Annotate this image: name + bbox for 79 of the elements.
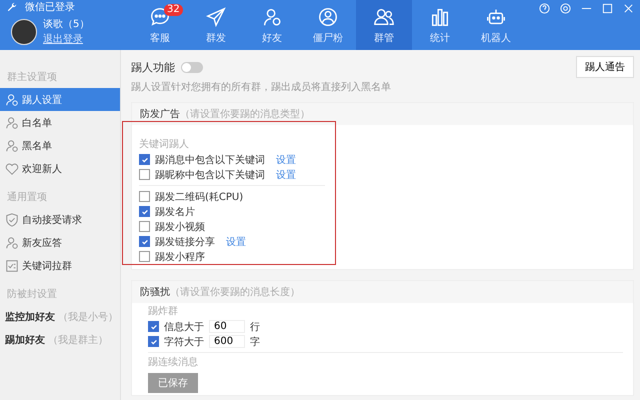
feature-label: 踢人功能 — [131, 60, 175, 74]
sidebar-item[interactable]: 黑名单 — [0, 134, 120, 157]
check-icon — [140, 238, 148, 246]
person-icon — [5, 236, 19, 250]
item-note: （我是群主） — [48, 334, 108, 346]
sidebar-item[interactable]: 踢加好友 （我是群主） — [0, 328, 120, 351]
nav-tab[interactable]: 群发 — [188, 0, 244, 50]
person-icon — [5, 138, 19, 152]
option-label: 踢消息中包含以下关键词 — [155, 154, 265, 166]
settings-link[interactable]: 设置 — [226, 234, 246, 248]
sidebar-item[interactable]: 踢人设置 — [0, 88, 120, 111]
checkbox[interactable] — [139, 221, 150, 232]
option-label: 踢发小程序 — [155, 250, 205, 264]
option-label: 信息大于 — [164, 320, 204, 334]
person-icon — [5, 92, 19, 106]
group-title: 踢连续消息 — [148, 356, 199, 370]
item-note: （我是小号） — [58, 310, 118, 324]
sidebar-item[interactable]: 欢迎新人 — [0, 157, 120, 180]
nav-tab[interactable]: 僵尸粉 — [300, 0, 356, 50]
card-hint: （请设置你要踢的消息类型） — [180, 108, 310, 121]
person-circle-icon — [317, 6, 339, 28]
maximize-icon[interactable] — [602, 3, 613, 14]
heart-icon — [5, 162, 19, 176]
checkbox[interactable] — [139, 251, 150, 262]
settings-icon[interactable] — [560, 3, 571, 14]
nav-tab[interactable]: 好友 — [244, 0, 300, 50]
wrench-icon — [7, 2, 17, 12]
section-title: 通用置项 — [6, 190, 48, 205]
sidebar-item[interactable]: 关键词拉群 — [0, 254, 120, 277]
checkbox[interactable] — [148, 321, 159, 332]
checkbox[interactable] — [139, 191, 150, 202]
group-title: 踢炸群 — [148, 305, 179, 319]
check-icon — [140, 156, 148, 164]
section-title: 防被封设置 — [6, 288, 58, 302]
nav-tab[interactable]: 客服 32 — [132, 0, 188, 50]
logout-link[interactable]: 退出登录 — [43, 32, 90, 46]
paper-plane-icon — [205, 6, 227, 28]
number-field[interactable]: 600 — [209, 335, 245, 348]
section-title: 群主设置项 — [6, 70, 58, 85]
option-label: 踢昵称中包含以下关键词 — [155, 168, 265, 182]
number-field[interactable]: 60 — [209, 320, 245, 333]
option-label: 踢发名片 — [155, 206, 195, 218]
unread-badge: 32 — [164, 4, 183, 16]
checkbox[interactable] — [139, 154, 150, 165]
user-name: 谈歌（5） — [43, 18, 90, 31]
unit-label: 字 — [250, 336, 260, 348]
close-icon[interactable] — [623, 3, 634, 14]
option-label: 踢发小视频 — [155, 220, 205, 234]
description-text: 踢人设置针对您拥有的所有群，踢出成员将直接列入黑名单 — [131, 80, 392, 94]
checklist-icon — [5, 258, 19, 272]
help-icon[interactable] — [539, 3, 550, 14]
checkbox[interactable] — [148, 336, 159, 347]
sidebar-item[interactable]: 新友应答 — [0, 231, 120, 254]
notice-button[interactable]: 踢人通告 — [576, 56, 634, 78]
check-icon — [140, 208, 148, 216]
group-title: 关键词踢人 — [139, 138, 190, 152]
sidebar-item[interactable]: 监控加好友 （我是小号） — [0, 305, 120, 328]
nav-tab[interactable]: 群管 — [356, 0, 412, 50]
settings-link[interactable]: 设置 — [276, 152, 296, 166]
window-title: 微信已登录 — [25, 1, 75, 14]
card-title: 防骚扰 — [140, 286, 170, 299]
option-label: 踢发二维码(耗CPU) — [155, 190, 244, 204]
nav-tab[interactable]: 统计 — [412, 0, 468, 50]
avatar — [11, 18, 37, 44]
settings-link[interactable]: 设置 — [276, 168, 296, 182]
checkbox[interactable] — [139, 206, 150, 217]
person-icon — [5, 116, 19, 130]
option-label: 字符大于 — [164, 336, 204, 348]
shield-icon — [5, 212, 19, 226]
card-hint: （请设置你要踢的消息长度） — [170, 286, 300, 299]
sidebar-item[interactable]: 自动接受请求 — [0, 208, 120, 231]
checkbox[interactable] — [139, 236, 150, 247]
card-title: 防发广告 — [140, 108, 180, 121]
sidebar-item[interactable]: 白名单 — [0, 111, 120, 134]
toggle-switch[interactable] — [181, 62, 203, 72]
checkbox[interactable] — [139, 169, 150, 180]
nav-tab[interactable]: 机器人 — [468, 0, 524, 50]
option-label: 踢发链接分享 — [155, 236, 215, 248]
unit-label: 行 — [250, 320, 260, 334]
